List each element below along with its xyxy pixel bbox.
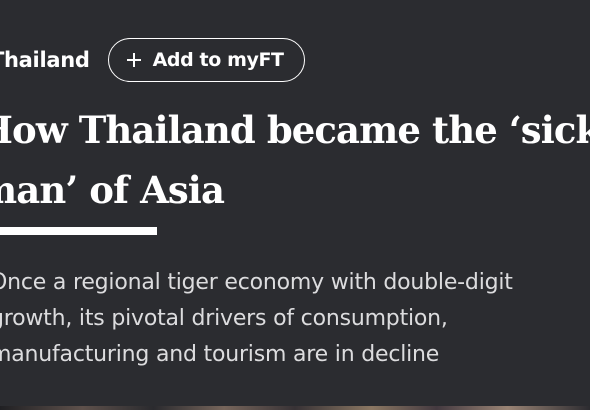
article-standfirst: Once a regional tiger economy with doubl… [0,265,590,373]
standfirst-line-2: growth, its pivotal drivers of consumpti… [0,306,448,331]
headline-line-1: How Thailand became the ‘sick [0,108,590,152]
standfirst-line-3: manufacturing and tourism are in decline [0,342,440,367]
add-to-myft-label: Add to myFT [152,49,284,71]
standfirst-line-1: Once a regional tiger economy with doubl… [0,270,513,295]
add-to-myft-button[interactable]: Add to myFT [107,38,305,82]
hero-image-edge [0,406,590,410]
headline-line-2: man’ of Asia [0,168,225,212]
headline-divider [0,227,157,235]
article-headline: How Thailand became the ‘sick man’ of As… [0,100,590,220]
topic-row: Thailand Add to myFT [0,38,305,82]
plus-icon [126,53,141,67]
topic-link-thailand[interactable]: Thailand [0,48,90,72]
